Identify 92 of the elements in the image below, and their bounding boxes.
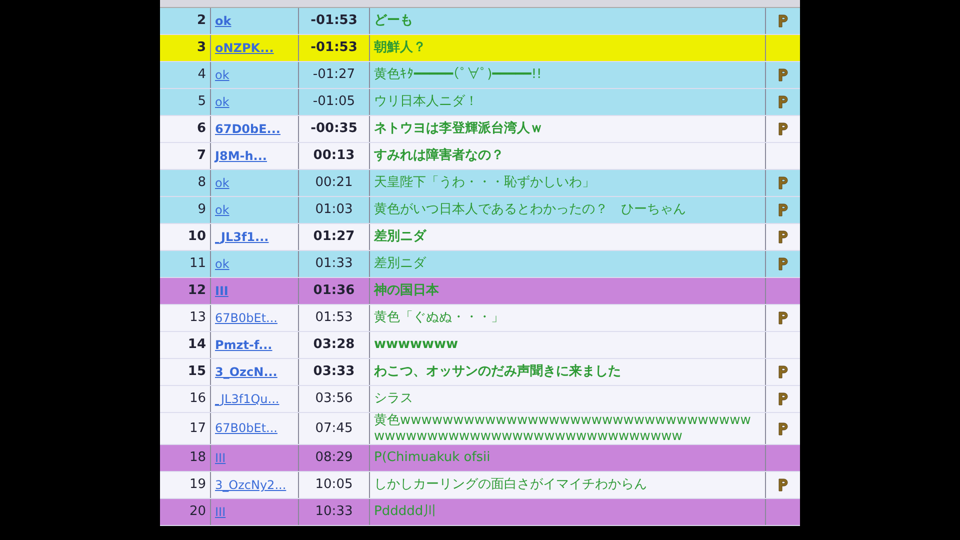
comment-text: すみれは障害者なの？ xyxy=(374,148,504,164)
comment-time: 01:27 xyxy=(313,229,355,245)
comment-text: 天皇陛下「うわ・・・恥ずかしいわ」 xyxy=(374,175,595,191)
comment-number: 5 xyxy=(198,94,206,110)
comment-row[interactable]: 14 Pmzt-f... 03:28 wwwwwww xyxy=(160,332,800,359)
comment-time: -01:53 xyxy=(310,40,358,56)
comment-number: 7 xyxy=(196,148,206,164)
comment-time: 01:33 xyxy=(315,256,353,272)
comment-text: しかしカーリングの面白さがイマイチわからん xyxy=(374,477,647,493)
user-link[interactable]: 67D0bE... xyxy=(215,122,280,136)
comment-row[interactable]: 15 3_OzcN... 03:33 わこつ、オッサンのだみ声聞きに来ました xyxy=(160,359,800,386)
comment-row[interactable]: 4 ok -01:27 黄色ｷﾀ━━━━━(ﾟ∀ﾟ)━━━━━!! xyxy=(160,62,800,89)
user-link[interactable]: 3_OzcNy2... xyxy=(215,478,286,492)
comment-time: 10:33 xyxy=(315,504,353,520)
user-link[interactable]: 67B0bEt... xyxy=(215,310,278,326)
comment-number: 8 xyxy=(198,175,206,191)
comment-row[interactable]: 18 III 08:29 P(Chimuakuk ofsii xyxy=(160,445,800,472)
comment-row[interactable]: 6 67D0bE... -00:35 ネトウヨは李登輝派台湾人ｗ xyxy=(160,116,800,143)
user-link[interactable]: ok xyxy=(215,176,230,190)
comment-row[interactable]: 11 ok 01:33 差別ニダ xyxy=(160,251,800,278)
comment-row[interactable]: 16 _JL3f1Qu... 03:56 シラス xyxy=(160,386,800,413)
comment-text: Pddddd川 xyxy=(374,504,436,520)
comment-time: -01:53 xyxy=(310,13,358,29)
comment-text: 差別ニダ xyxy=(374,229,426,245)
comment-text: どーも xyxy=(374,13,413,29)
comment-time: 10:05 xyxy=(315,477,353,493)
comment-time: 08:29 xyxy=(315,450,353,466)
comment-text: 黄色「ぐぬぬ・・・」 xyxy=(374,310,504,326)
comment-time: 03:33 xyxy=(313,364,355,380)
comment-time: -00:35 xyxy=(310,121,358,137)
comment-time: 03:56 xyxy=(315,391,353,407)
comment-number: 20 xyxy=(189,504,206,520)
comment-text: シラス xyxy=(374,391,413,407)
user-link[interactable]: ok xyxy=(215,256,230,272)
comment-text: ネトウヨは李登輝派台湾人ｗ xyxy=(374,121,543,137)
comment-time: 00:13 xyxy=(313,148,355,164)
comment-row[interactable]: 20 III 10:33 Pddddd川 xyxy=(160,499,800,526)
user-link[interactable]: 3_OzcN... xyxy=(215,364,278,380)
comment-number: 4 xyxy=(198,67,206,83)
user-link[interactable]: ok xyxy=(215,94,230,110)
comment-text: wwwwwww xyxy=(374,337,458,353)
comment-number: 11 xyxy=(189,256,206,272)
user-link[interactable]: _JL3f1Qu... xyxy=(215,392,280,406)
comment-text: わこつ、オッサンのだみ声聞きに来ました xyxy=(374,364,621,380)
user-link[interactable]: ok xyxy=(215,14,232,28)
user-link[interactable]: ok xyxy=(215,68,230,82)
comment-time: 01:53 xyxy=(315,310,353,326)
comment-number: 6 xyxy=(196,121,206,137)
comment-text: 黄色ｷﾀ━━━━━(ﾟ∀ﾟ)━━━━━!! xyxy=(374,67,542,83)
comment-text: 朝鮮人？ xyxy=(374,40,426,56)
comment-number: 3 xyxy=(196,40,206,56)
comment-row[interactable]: 17 67B0bEt... 07:45 黄色wwwwwwwwwwwwwwwwwwwwwwwwwwwwwwwwwwwwwwwwwwwwwwwwwwwwwwwwwwwwww xyxy=(160,413,800,446)
comment-row[interactable]: 5 ok -01:05 ウリ日本人ニダ！ xyxy=(160,89,800,116)
comment-text: ウリ日本人ニダ！ xyxy=(374,94,478,110)
comment-number: 9 xyxy=(198,202,206,218)
comment-text: 神の国日本 xyxy=(374,283,439,299)
comment-number: 17 xyxy=(189,420,206,436)
comment-time: -01:05 xyxy=(312,94,356,110)
comment-row[interactable]: 12 III 01:36 神の国日本 xyxy=(160,278,800,305)
comment-row[interactable]: 3 oNZPK... -01:53 朝鮮人？ xyxy=(160,35,800,62)
comment-number: 19 xyxy=(189,477,206,493)
comment-number: 14 xyxy=(188,337,206,353)
comment-time: -01:27 xyxy=(312,67,356,83)
comment-time: 01:03 xyxy=(315,202,353,218)
comment-row[interactable]: 19 3_OzcNy2... 10:05 しかしカーリングの面白さがイマイチわからん xyxy=(160,472,800,500)
comment-text: 黄色がいつ日本人であるとわかったの？ ひーちゃん xyxy=(374,202,686,218)
comment-time: 01:36 xyxy=(313,283,355,299)
comment-number: 2 xyxy=(196,13,206,29)
comment-time: 00:21 xyxy=(315,175,353,191)
comment-number: 12 xyxy=(188,283,206,299)
user-link[interactable]: ok xyxy=(215,202,230,218)
user-link[interactable]: _JL3f1... xyxy=(215,230,269,244)
comment-text: P(Chimuakuk ofsii xyxy=(374,450,490,466)
comment-text: 差別ニダ xyxy=(374,256,426,272)
comment-row[interactable]: 10 _JL3f1... 01:27 差別ニダ xyxy=(160,224,800,251)
user-link[interactable]: J8M-h... xyxy=(215,148,267,164)
comment-number: 16 xyxy=(189,391,206,407)
comment-row[interactable]: 2 ok -01:53 どーも xyxy=(160,8,800,35)
comment-row[interactable]: 8 ok 00:21 天皇陛下「うわ・・・恥ずかしいわ」 xyxy=(160,170,800,197)
user-link[interactable]: oNZPK... xyxy=(215,40,274,56)
comment-row[interactable]: 9 ok 01:03 黄色がいつ日本人であるとわかったの？ ひーちゃん xyxy=(160,197,800,224)
comment-number: 10 xyxy=(188,229,206,245)
comment-number: 18 xyxy=(189,450,206,466)
comment-text: 黄色wwwwwwwwwwwwwwwwwwwwwwwwwwwwwwwwwwwwwwwwwwwwwwwwwwwwwwwwwwwwww xyxy=(374,413,752,444)
comment-row[interactable]: 7 J8M-h... 00:13 すみれは障害者なの？ xyxy=(160,143,800,170)
comment-time: 07:45 xyxy=(315,420,353,436)
comment-number: 13 xyxy=(189,310,206,326)
comment-number: 15 xyxy=(188,364,206,380)
comment-row[interactable]: 13 67B0bEt... 01:53 黄色「ぐぬぬ・・・」 xyxy=(160,305,800,332)
comment-time: 03:28 xyxy=(313,337,355,353)
user-link[interactable]: 67B0bEt... xyxy=(215,421,278,436)
user-link[interactable]: Pmzt-f... xyxy=(215,338,272,352)
